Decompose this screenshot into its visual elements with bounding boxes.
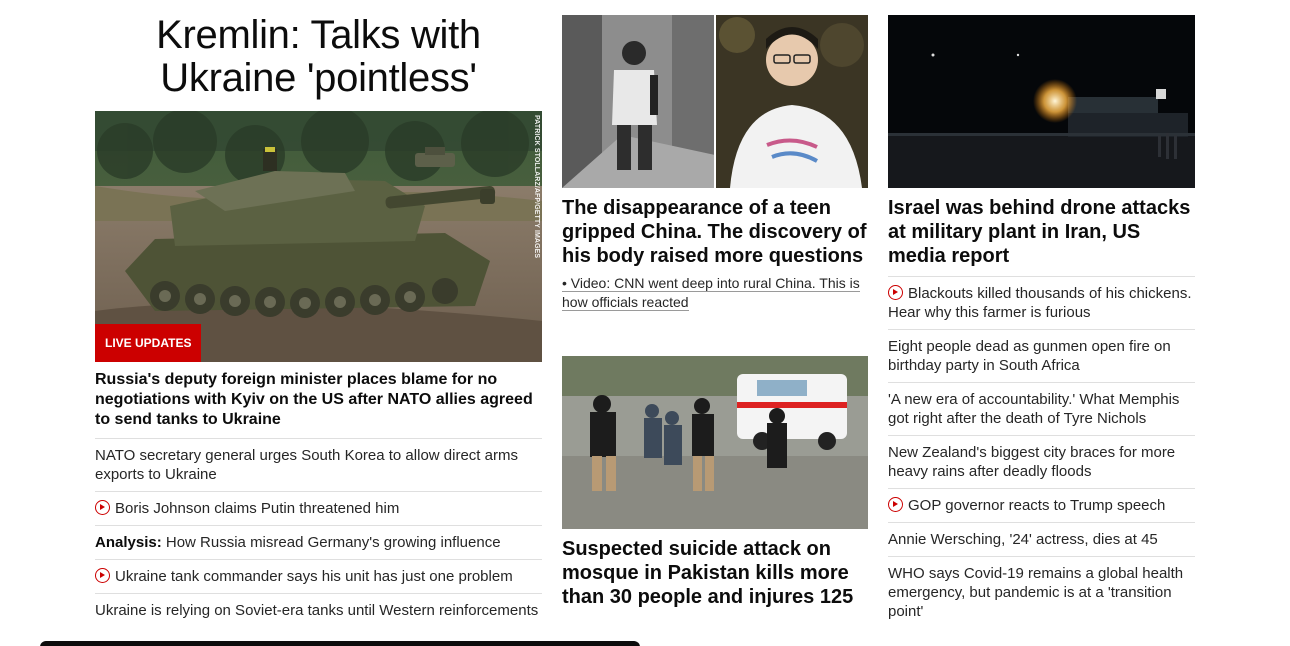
teen-story-headline[interactable]: The disappearance of a teen gripped Chin… [562,196,868,268]
photo-credit: PATRICK STOLLARZ/AFP/GETTY IMAGES [533,115,540,259]
live-updates-badge[interactable]: LIVE UPDATES [95,324,202,362]
right-links-list: Blackouts killed thousands of his chicke… [888,277,1195,628]
iran-story-image[interactable] [888,15,1195,188]
play-icon [95,568,110,583]
hero-image-tank[interactable]: PATRICK STOLLARZ/AFP/GETTY IMAGES LIVE U… [95,111,542,362]
play-icon [888,285,903,300]
list-item-text: 'A new era of accountability.' What Memp… [888,391,1180,427]
list-item-text: NATO secretary general urges South Korea… [95,447,518,483]
analysis-label: Analysis: [95,534,162,551]
list-item-text: Ukraine tank commander says his unit has… [115,568,513,585]
list-item[interactable]: Annie Wersching, '24' actress, dies at 4… [888,523,1195,557]
list-item[interactable]: 'A new era of accountability.' What Memp… [888,383,1195,436]
list-item-text: Annie Wersching, '24' actress, dies at 4… [888,531,1158,548]
top-story-column: Kremlin: Talks with Ukraine 'pointless' [95,14,542,627]
right-column: Israel was behind drone attacks at milit… [888,15,1195,628]
iran-story-headline[interactable]: Israel was behind drone attacks at milit… [888,196,1195,277]
list-item[interactable]: New Zealand's biggest city braces for mo… [888,436,1195,489]
list-item[interactable]: GOP governor reacts to Trump speech [888,489,1195,523]
list-item-text: Blackouts killed thousands of his chicke… [888,285,1192,321]
pakistan-story-headline[interactable]: Suspected suicide attack on mosque in Pa… [562,537,868,609]
list-item-text: Ukraine is relying on Soviet-era tanks u… [95,602,539,619]
pakistan-story: Suspected suicide attack on mosque in Pa… [562,356,868,609]
list-item-text: WHO says Covid-19 remains a global healt… [888,565,1184,620]
list-item[interactable]: Eight people dead as gunmen open fire on… [888,330,1195,383]
teen-photo [562,15,868,188]
teen-story-image[interactable] [562,15,868,188]
bottom-overlay-bar [40,641,640,646]
list-item[interactable]: Ukraine is relying on Soviet-era tanks u… [95,594,542,627]
list-item[interactable]: NATO secretary general urges South Korea… [95,439,542,492]
list-item-text: Boris Johnson claims Putin threatened hi… [115,500,400,517]
related-links-list: NATO secretary general urges South Korea… [95,439,542,627]
video-link[interactable]: • Video: CNN went deep into rural China.… [562,274,868,312]
pakistan-photo [562,356,868,529]
pakistan-story-image[interactable] [562,356,868,529]
night-explosion-photo [888,15,1195,188]
list-item-text: GOP governor reacts to Trump speech [908,497,1166,514]
play-icon [888,497,903,512]
list-item[interactable]: Analysis: How Russia misread Germany's g… [95,526,542,560]
lead-story-link[interactable]: Russia's deputy foreign minister places … [95,370,542,439]
list-item-text: How Russia misread Germany's growing inf… [161,534,501,551]
list-item-text: Eight people dead as gunmen open fire on… [888,338,1171,374]
center-column: The disappearance of a teen gripped Chin… [562,15,868,608]
list-item[interactable]: WHO says Covid-19 remains a global healt… [888,557,1195,628]
list-item[interactable]: Boris Johnson claims Putin threatened hi… [95,492,542,526]
play-icon [95,500,110,515]
list-item-text: New Zealand's biggest city braces for mo… [888,444,1176,480]
list-item[interactable]: Ukraine tank commander says his unit has… [95,560,542,594]
main-headline[interactable]: Kremlin: Talks with Ukraine 'pointless' [95,14,542,100]
list-item[interactable]: Blackouts killed thousands of his chicke… [888,277,1195,330]
video-link-text: • Video: CNN went deep into rural China.… [562,275,860,311]
